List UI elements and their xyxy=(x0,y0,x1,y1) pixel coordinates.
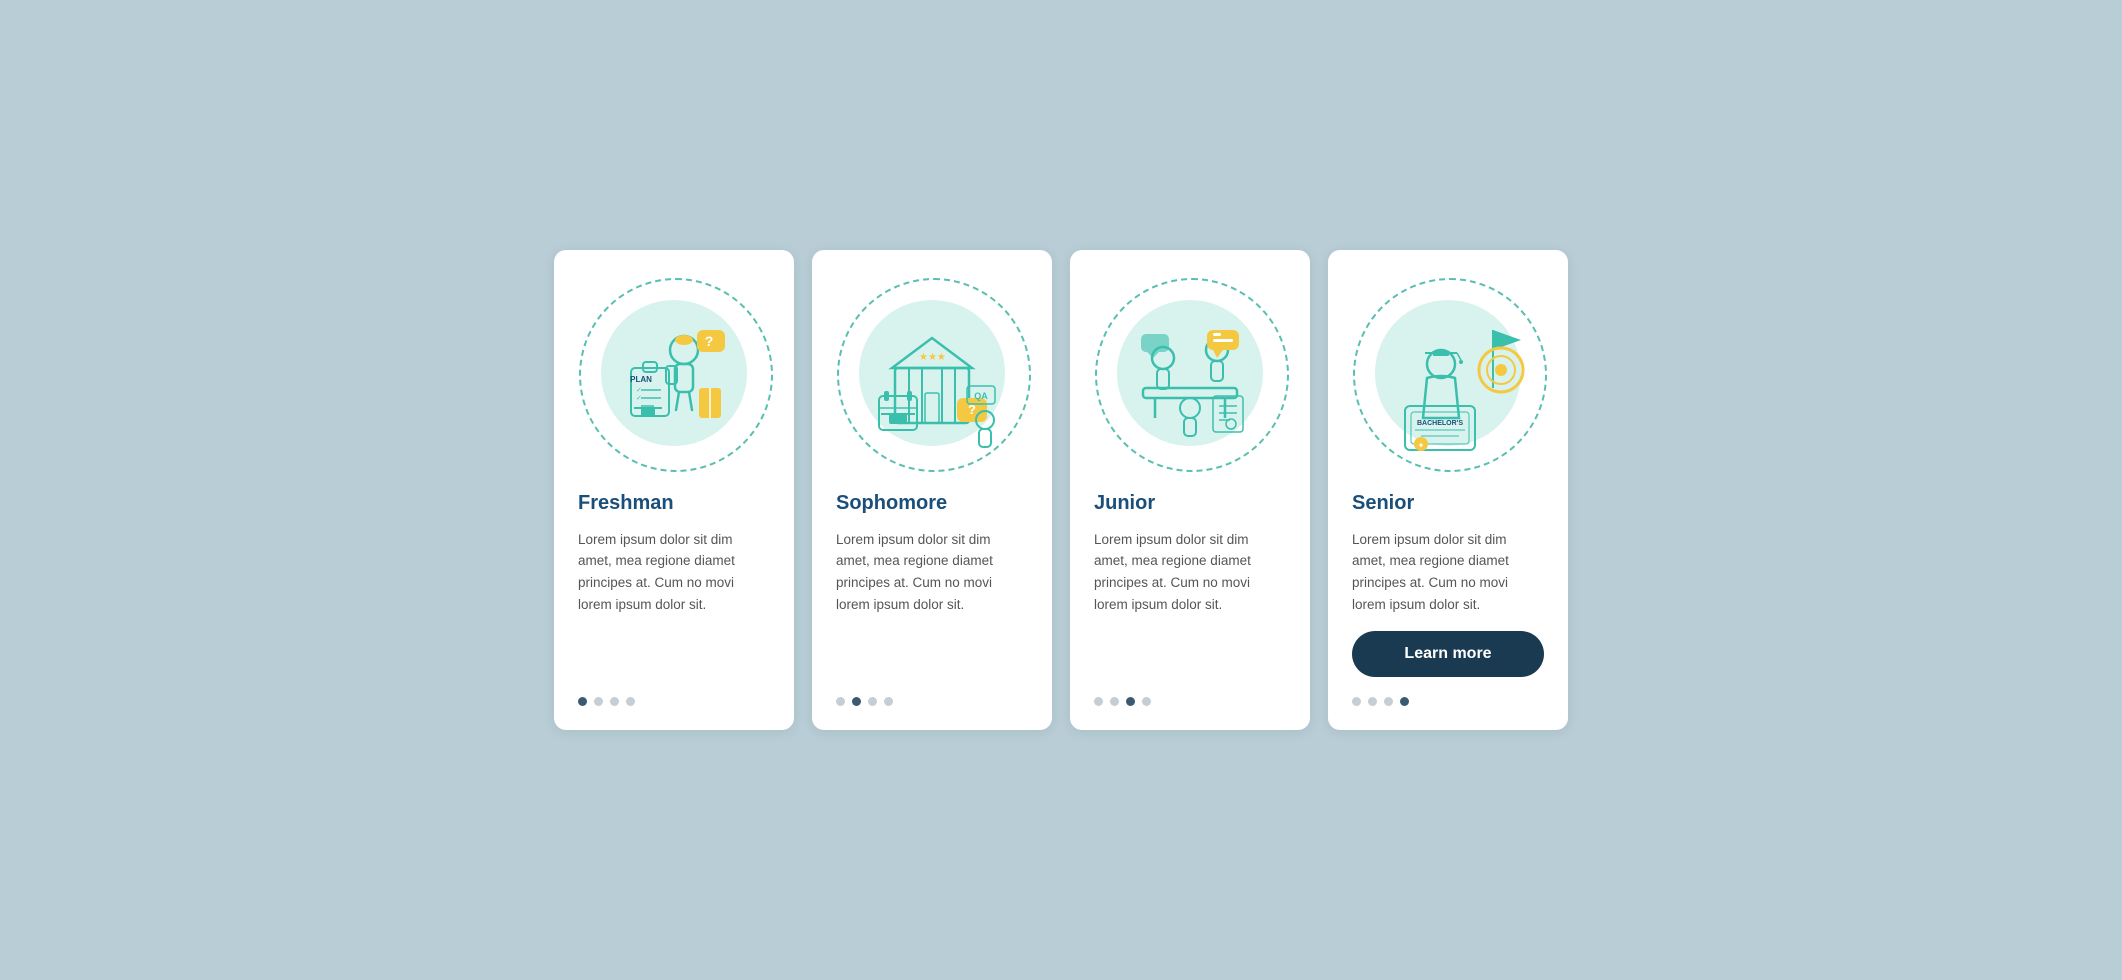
freshman-body: Lorem ipsum dolor sit dim amet, mea regi… xyxy=(578,529,770,677)
sophomore-card: ★★★ ? QA xyxy=(812,250,1052,730)
dot-3[interactable] xyxy=(1126,697,1135,706)
sophomore-illustration: ★★★ ? QA xyxy=(836,278,1028,468)
dot-1[interactable] xyxy=(836,697,845,706)
svg-text:✦: ✦ xyxy=(1418,441,1425,450)
freshman-card: ? PLAN ✓ ✓ xyxy=(554,250,794,730)
dot-1[interactable] xyxy=(1352,697,1361,706)
senior-svg: BACHELOR'S ✦ xyxy=(1353,278,1543,468)
sophomore-svg: ★★★ ? QA xyxy=(837,278,1027,468)
svg-text:QA: QA xyxy=(974,391,988,401)
junior-dots xyxy=(1094,697,1151,706)
junior-title: Junior xyxy=(1094,492,1155,515)
freshman-title: Freshman xyxy=(578,492,674,515)
dot-2[interactable] xyxy=(594,697,603,706)
dot-1[interactable] xyxy=(578,697,587,706)
senior-card: BACHELOR'S ✦ Senior Lorem ipsum dolor si… xyxy=(1328,250,1568,730)
freshman-svg: ? PLAN ✓ ✓ xyxy=(579,278,769,468)
dot-2[interactable] xyxy=(1368,697,1377,706)
svg-text:✓: ✓ xyxy=(636,387,642,394)
dot-3[interactable] xyxy=(868,697,877,706)
dot-3[interactable] xyxy=(1384,697,1393,706)
dot-4[interactable] xyxy=(884,697,893,706)
senior-title: Senior xyxy=(1352,492,1414,515)
senior-illustration: BACHELOR'S ✦ xyxy=(1352,278,1544,468)
junior-body: Lorem ipsum dolor sit dim amet, mea regi… xyxy=(1094,529,1286,677)
sophomore-title: Sophomore xyxy=(836,492,947,515)
freshman-dots xyxy=(578,697,635,706)
dot-2[interactable] xyxy=(852,697,861,706)
svg-text:?: ? xyxy=(705,333,714,349)
svg-text:✓: ✓ xyxy=(636,395,642,402)
svg-text:BACHELOR'S: BACHELOR'S xyxy=(1417,420,1463,427)
dot-4[interactable] xyxy=(626,697,635,706)
learn-more-button[interactable]: Learn more xyxy=(1352,631,1544,677)
dot-2[interactable] xyxy=(1110,697,1119,706)
junior-svg xyxy=(1095,278,1285,468)
cards-container: ? PLAN ✓ ✓ xyxy=(554,250,1568,730)
sophomore-body: Lorem ipsum dolor sit dim amet, mea regi… xyxy=(836,529,1028,677)
freshman-illustration: ? PLAN ✓ ✓ xyxy=(578,278,770,468)
senior-dots xyxy=(1352,697,1409,706)
junior-illustration xyxy=(1094,278,1286,468)
dot-4[interactable] xyxy=(1400,697,1409,706)
junior-card: Junior Lorem ipsum dolor sit dim amet, m… xyxy=(1070,250,1310,730)
senior-body: Lorem ipsum dolor sit dim amet, mea regi… xyxy=(1352,529,1544,615)
sophomore-dots xyxy=(836,697,893,706)
dot-4[interactable] xyxy=(1142,697,1151,706)
svg-text:PLAN: PLAN xyxy=(630,375,652,384)
dot-1[interactable] xyxy=(1094,697,1103,706)
svg-text:★★★: ★★★ xyxy=(919,352,946,363)
dot-3[interactable] xyxy=(610,697,619,706)
